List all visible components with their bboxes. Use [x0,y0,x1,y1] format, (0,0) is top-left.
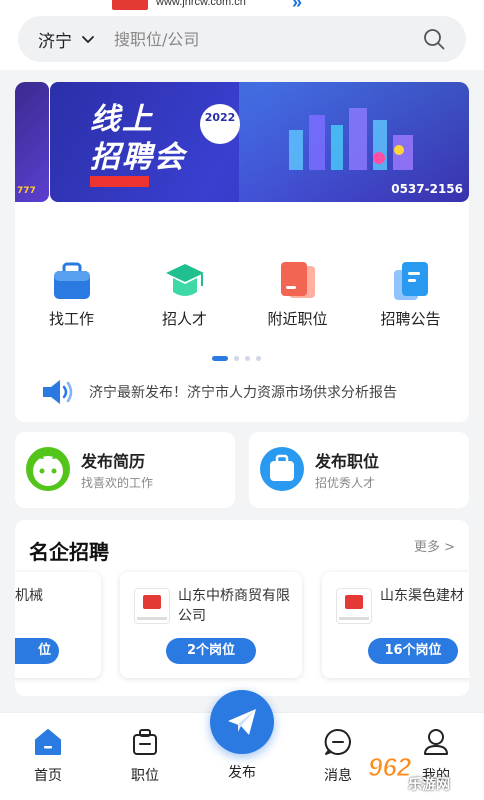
company-jobs-button[interactable]: 16个岗位 [368,638,458,664]
tab-jobs[interactable]: 职位 [115,727,175,785]
banner-subtitle [90,176,149,187]
speaker-icon [43,380,73,404]
site-logo [112,0,148,10]
carousel-dot[interactable] [256,356,261,361]
search-bar: 济宁 [18,16,466,62]
nav-nearby-jobs[interactable]: 附近职位 [241,260,354,332]
paper-plane-icon [228,709,256,735]
chevron-down-icon[interactable] [80,31,96,47]
site-url: www.jnrcw.com.cn [156,0,246,8]
notice-text: 济宁最新发布！济宁市人力资源市场供求分析报告 [89,385,397,401]
company-name: 山东渠色建材 [380,588,464,604]
nav-label: 招聘公告 [380,310,441,328]
site-header-strip: www.jnrcw.com.cn » [0,0,484,12]
carousel-dot[interactable] [245,356,250,361]
post-resume-title: 发布简历 [81,452,146,471]
post-resume-subtitle: 找喜欢的工作 [81,476,154,490]
company-card[interactable]: 机械 位 [15,572,101,678]
search-header: 济宁 [0,12,484,70]
publish-label: 发布 [228,765,256,781]
company-logo [336,588,372,624]
banner-title-line2: 招聘会 [90,140,186,175]
tab-label: 职位 [131,768,159,784]
post-job-title: 发布职位 [315,452,380,471]
notice-bar[interactable]: 济宁最新发布！济宁市人力资源市场供求分析报告 [41,378,397,406]
city-illustration [289,108,413,170]
watermark-number: 962 [367,752,412,783]
featured-companies-section: 名企招聘 更多 > 机械 位 山东中桥商贸有限公司 2个岗位 山东渠色建材 16… [15,520,469,696]
company-card[interactable]: 山东中桥商贸有限公司 2个岗位 [120,572,302,678]
company-jobs-button[interactable]: 2个岗位 [166,638,256,664]
banner-slide[interactable]: 线上 2022 招聘会 0537-2156 [50,82,469,202]
quick-nav: 找工作 招人才 附近职位 招聘公告 [15,260,469,332]
nav-hire-talent[interactable]: 招人才 [128,260,241,332]
search-input[interactable] [114,29,394,49]
nav-label: 招人才 [161,310,207,328]
nav-find-job[interactable]: 找工作 [15,260,128,332]
document-pages-icon [280,262,315,298]
post-resume-card[interactable]: 发布简历 找喜欢的工作 [15,432,235,508]
watermark: 962 乐游网 [338,752,478,794]
briefcase-outline-icon [133,729,157,755]
publish-button[interactable] [210,690,274,754]
nav-announcements[interactable]: 招聘公告 [354,260,467,332]
post-job-card[interactable]: 发布职位 招优秀人才 [249,432,469,508]
company-name: 机械 [15,588,43,604]
section-title: 名企招聘 [29,540,109,564]
tab-label: 首页 [34,768,62,784]
main-card: 777 线上 2022 招聘会 0537-2156 找工作 招人才 附近职位 招… [15,82,469,422]
company-jobs-button[interactable]: 位 [15,638,59,664]
graduation-cap-icon [165,264,204,296]
home-icon [35,729,61,755]
banner-year-badge: 2022 [200,104,240,144]
nav-label: 附近职位 [267,310,328,328]
company-name: 山东中桥商贸有限公司 [178,588,290,624]
banner-previous-slide[interactable]: 777 [15,82,49,202]
company-logo [134,588,170,624]
watermark-text: 乐游网 [408,777,450,793]
city-selector[interactable]: 济宁 [38,27,72,52]
more-link[interactable]: 更多 > [414,536,455,555]
search-icon[interactable] [422,27,446,51]
tab-home[interactable]: 首页 [18,727,78,785]
post-job-subtitle: 招优秀人才 [315,476,376,490]
brand-mark: » [292,0,303,12]
smiley-icon [26,447,70,491]
bag-icon [260,447,304,491]
announcement-icon [393,262,428,300]
company-card[interactable]: 山东渠色建材 16个岗位 [322,572,469,678]
briefcase-icon [53,262,90,299]
banner-phone: 0537-2156 [391,182,463,196]
carousel-indicator [212,356,261,361]
carousel-dot[interactable] [234,356,239,361]
banner-carousel[interactable]: 777 线上 2022 招聘会 0537-2156 [15,82,469,202]
carousel-dot-active[interactable] [212,356,228,361]
nav-label: 找工作 [48,310,94,328]
